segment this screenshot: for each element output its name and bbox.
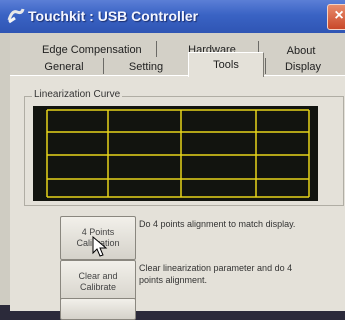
tab-separator <box>156 41 157 57</box>
touchkit-app-icon <box>6 6 26 26</box>
close-button[interactable]: × <box>327 4 345 30</box>
touchkit-window: Touchkit : USB Controller × Edge Compens… <box>0 0 345 320</box>
tab-general[interactable]: General <box>34 57 94 77</box>
third-tool-button[interactable] <box>60 298 136 320</box>
linearization-grid <box>46 109 310 198</box>
mouse-pointer-icon <box>92 235 108 258</box>
linearization-group-label: Linearization Curve <box>32 89 123 100</box>
window-title: Touchkit : USB Controller <box>28 8 199 24</box>
tab-display[interactable]: Display <box>272 57 334 77</box>
tab-separator <box>103 58 104 74</box>
four-points-calibration-description: Do 4 points alignment to match display. <box>139 219 296 229</box>
tab-tools[interactable]: Tools <box>190 55 262 75</box>
clear-and-calibrate-description: Clear linearization parameter and do 4 p… <box>139 263 293 285</box>
linearization-curve-display <box>33 106 318 201</box>
clear-and-calibrate-label: Clear and Calibrate <box>78 271 118 292</box>
title-bar[interactable]: Touchkit : USB Controller × <box>0 0 345 33</box>
tab-setting[interactable]: Setting <box>110 57 182 77</box>
tab-separator <box>265 58 266 74</box>
